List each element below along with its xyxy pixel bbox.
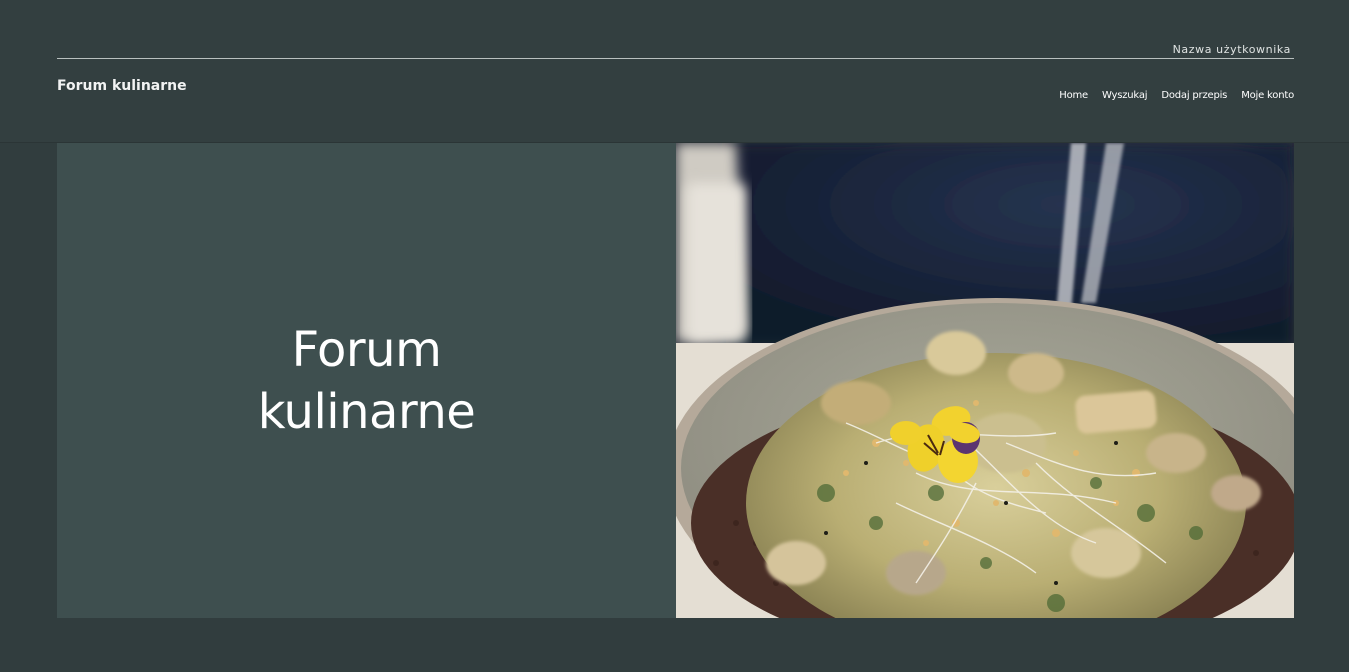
food-bowl-photo <box>676 143 1294 618</box>
nav-search[interactable]: Wyszukaj <box>1102 90 1148 101</box>
nav-add-recipe[interactable]: Dodaj przepis <box>1161 90 1227 101</box>
hero-text-panel: Forum kulinarne <box>57 143 676 618</box>
nav-my-account[interactable]: Moje konto <box>1241 90 1294 101</box>
header-divider <box>57 58 1294 59</box>
main-nav: Home Wyszukaj Dodaj przepis Moje konto <box>1059 90 1294 101</box>
hero-food-image <box>676 143 1294 618</box>
hero-title: Forum kulinarne <box>257 321 476 440</box>
site-header: Nazwa użytkownika Forum kulinarne Home W… <box>0 0 1349 143</box>
user-name-link[interactable]: Nazwa użytkownika <box>1173 43 1291 56</box>
site-logo-title[interactable]: Forum kulinarne <box>57 78 187 94</box>
nav-home[interactable]: Home <box>1059 90 1088 101</box>
page: Nazwa użytkownika Forum kulinarne Home W… <box>0 0 1349 672</box>
